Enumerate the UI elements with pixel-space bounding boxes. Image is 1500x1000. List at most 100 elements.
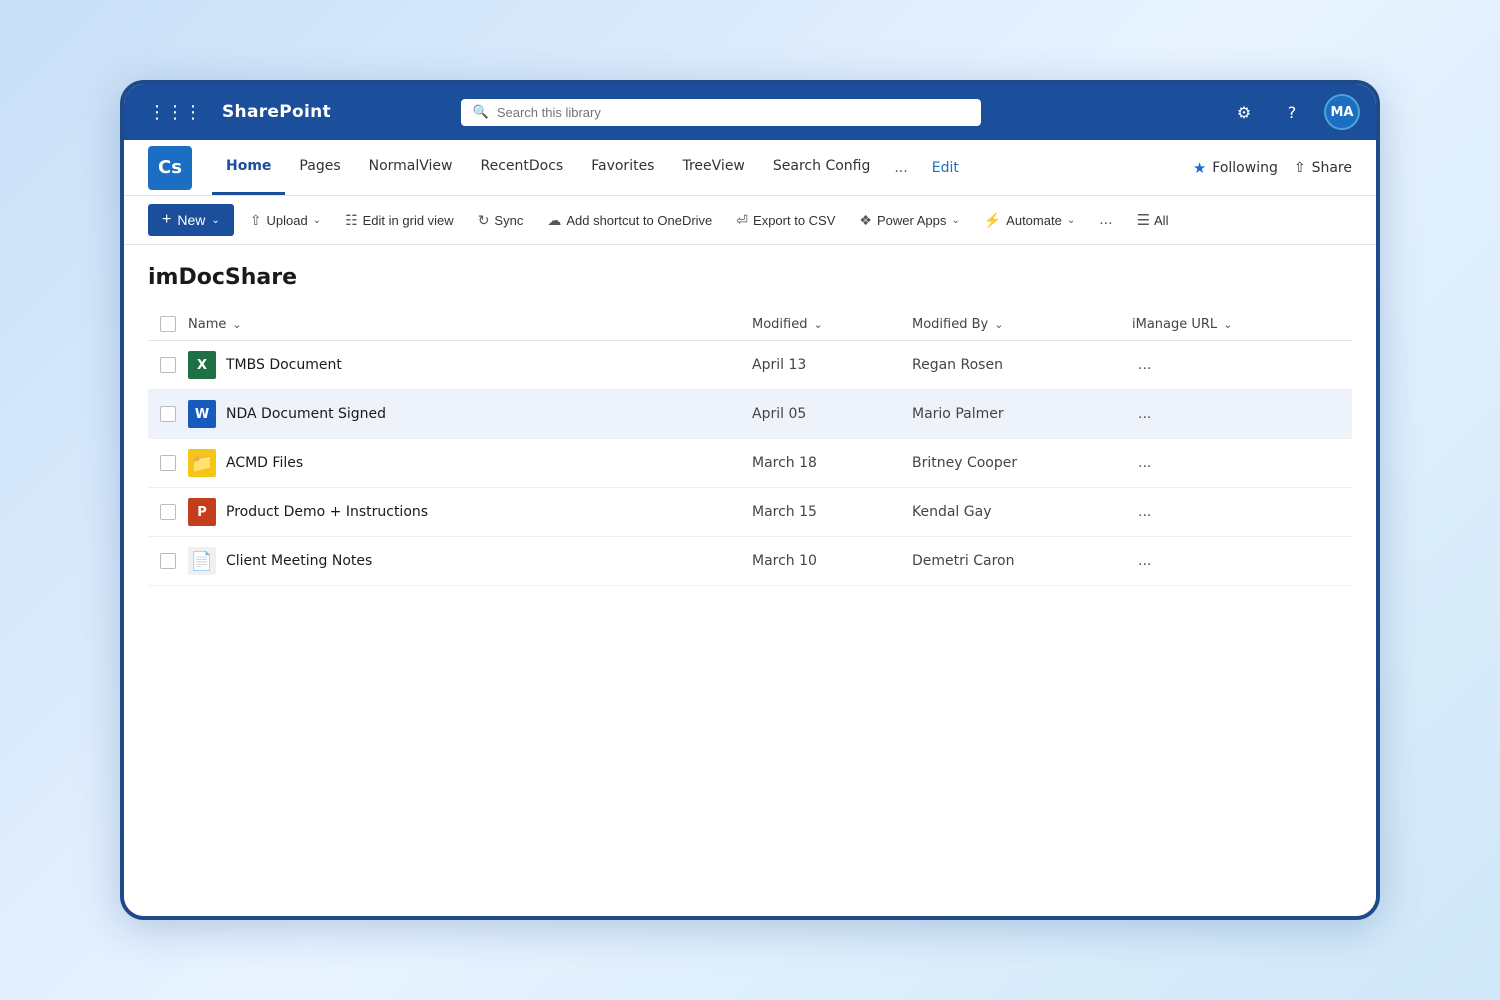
export-csv-button[interactable]: ⏎ Export to CSV — [728, 206, 843, 235]
header-checkbox-col — [148, 316, 188, 332]
file-imanage-url: ... — [1132, 452, 1352, 474]
table-row[interactable]: P Product Demo + Instructions March 15 K… — [148, 488, 1352, 537]
nav-item-normalview[interactable]: NormalView — [355, 140, 467, 195]
file-imanage-url: ... — [1132, 550, 1352, 572]
url-ellipsis-button[interactable]: ... — [1132, 452, 1157, 474]
site-nav: Home Pages NormalView RecentDocs Favorit… — [212, 140, 1193, 195]
modified-by-sort-icon: ⌄ — [994, 318, 1003, 331]
file-rows-container: X TMBS Document April 13 Regan Rosen ...… — [148, 341, 1352, 586]
star-icon: ★ — [1193, 159, 1206, 177]
automate-button[interactable]: ⚡ Automate ⌄ — [976, 206, 1083, 235]
site-logo[interactable]: Cs — [148, 146, 192, 190]
file-modified-by: Mario Palmer — [912, 406, 1132, 422]
url-ellipsis-button[interactable]: ... — [1132, 501, 1157, 523]
grid-icon: ☷ — [345, 212, 358, 229]
file-name-cell: 📄 Client Meeting Notes — [188, 547, 752, 575]
file-modified-by: Britney Cooper — [912, 455, 1132, 471]
row-checkbox-col — [148, 455, 188, 471]
file-modified-date: March 18 — [752, 455, 912, 471]
file-modified-by: Kendal Gay — [912, 504, 1132, 520]
onedrive-icon: ☁ — [547, 212, 561, 229]
row-checkbox[interactable] — [160, 406, 176, 422]
file-list: Name ⌄ Modified ⌄ Modified By ⌄ iManage … — [148, 308, 1352, 586]
nav-item-pages[interactable]: Pages — [285, 140, 354, 195]
library-title: imDocShare — [148, 265, 1352, 290]
nav-item-recentdocs[interactable]: RecentDocs — [467, 140, 578, 195]
row-checkbox[interactable] — [160, 357, 176, 373]
site-header-right: ★ Following ⇧ Share — [1193, 159, 1352, 177]
file-modified-date: March 15 — [752, 504, 912, 520]
file-modified-by: Regan Rosen — [912, 357, 1132, 373]
more-actions-button[interactable]: ... — [1091, 205, 1120, 235]
file-modified-by: Demetri Caron — [912, 553, 1132, 569]
row-checkbox[interactable] — [160, 504, 176, 520]
table-row[interactable]: 📁 ACMD Files March 18 Britney Cooper ... — [148, 439, 1352, 488]
file-type-icon: W — [188, 400, 216, 428]
url-ellipsis-button[interactable]: ... — [1132, 550, 1157, 572]
app-logo-text[interactable]: SharePoint — [222, 102, 331, 122]
all-items-button[interactable]: ☰ All — [1129, 205, 1177, 235]
main-content: imDocShare Name ⌄ Modified ⌄ Modified By — [124, 245, 1376, 916]
url-ellipsis-button[interactable]: ... — [1132, 403, 1157, 425]
export-csv-icon: ⏎ — [736, 212, 748, 229]
add-onedrive-button[interactable]: ☁ Add shortcut to OneDrive — [539, 206, 720, 235]
file-name: NDA Document Signed — [226, 406, 386, 422]
file-name: Client Meeting Notes — [226, 553, 372, 569]
nav-more-button[interactable]: ... — [884, 142, 917, 194]
upload-chevron-icon: ⌄ — [313, 215, 321, 226]
settings-icon[interactable]: ⚙ — [1228, 96, 1260, 128]
help-icon[interactable]: ? — [1276, 96, 1308, 128]
upload-button[interactable]: ⇧ Upload ⌄ — [242, 206, 329, 235]
file-name-cell: P Product Demo + Instructions — [188, 498, 752, 526]
name-sort-icon: ⌄ — [232, 318, 241, 331]
edit-grid-button[interactable]: ☷ Edit in grid view — [337, 206, 462, 235]
file-name: ACMD Files — [226, 455, 303, 471]
file-modified-date: March 10 — [752, 553, 912, 569]
sync-button[interactable]: ↻ Sync — [470, 206, 532, 235]
waffle-icon[interactable]: ⋮⋮⋮ — [140, 98, 210, 127]
file-modified-date: April 13 — [752, 357, 912, 373]
url-ellipsis-button[interactable]: ... — [1132, 354, 1157, 376]
table-row[interactable]: W NDA Document Signed April 05 Mario Pal… — [148, 390, 1352, 439]
device-frame: ⋮⋮⋮ SharePoint 🔍 ⚙ ? MA Cs Home Pages No… — [120, 80, 1380, 920]
nav-item-favorites[interactable]: Favorites — [577, 140, 668, 195]
table-row[interactable]: X TMBS Document April 13 Regan Rosen ... — [148, 341, 1352, 390]
power-apps-button[interactable]: ❖ Power Apps ⌄ — [851, 206, 967, 235]
header-modified[interactable]: Modified ⌄ — [752, 317, 912, 332]
automate-icon: ⚡ — [984, 212, 1001, 229]
select-all-checkbox[interactable] — [160, 316, 176, 332]
file-type-icon: 📁 — [188, 449, 216, 477]
table-row[interactable]: 📄 Client Meeting Notes March 10 Demetri … — [148, 537, 1352, 586]
nav-item-home[interactable]: Home — [212, 140, 285, 195]
following-button[interactable]: ★ Following — [1193, 159, 1278, 177]
file-imanage-url: ... — [1132, 501, 1352, 523]
file-name-cell: 📁 ACMD Files — [188, 449, 752, 477]
header-modified-by[interactable]: Modified By ⌄ — [912, 317, 1132, 332]
row-checkbox-col — [148, 553, 188, 569]
new-chevron-icon: ⌄ — [211, 215, 219, 226]
file-imanage-url: ... — [1132, 403, 1352, 425]
power-apps-chevron-icon: ⌄ — [951, 215, 959, 226]
command-bar: + New ⌄ ⇧ Upload ⌄ ☷ Edit in grid view ↻… — [124, 196, 1376, 245]
file-type-icon: X — [188, 351, 216, 379]
new-button[interactable]: + New ⌄ — [148, 204, 234, 236]
modified-sort-icon: ⌄ — [813, 318, 822, 331]
row-checkbox[interactable] — [160, 455, 176, 471]
file-name: Product Demo + Instructions — [226, 504, 428, 520]
file-name: TMBS Document — [226, 357, 342, 373]
header-imanage-url[interactable]: iManage URL ⌄ — [1132, 317, 1352, 332]
row-checkbox[interactable] — [160, 553, 176, 569]
search-container: 🔍 — [461, 99, 981, 126]
share-button[interactable]: ⇧ Share — [1294, 160, 1352, 176]
search-icon: 🔍 — [473, 105, 489, 120]
nav-item-searchconfig[interactable]: Search Config — [759, 140, 884, 195]
nav-item-treeview[interactable]: TreeView — [668, 140, 758, 195]
upload-icon: ⇧ — [250, 212, 262, 229]
header-name[interactable]: Name ⌄ — [188, 317, 752, 332]
user-avatar[interactable]: MA — [1324, 94, 1360, 130]
nav-edit-button[interactable]: Edit — [918, 142, 973, 194]
search-input[interactable] — [497, 105, 969, 120]
top-nav-bar: ⋮⋮⋮ SharePoint 🔍 ⚙ ? MA — [124, 84, 1376, 140]
all-items-icon: ☰ — [1137, 211, 1150, 229]
sync-icon: ↻ — [478, 212, 490, 229]
